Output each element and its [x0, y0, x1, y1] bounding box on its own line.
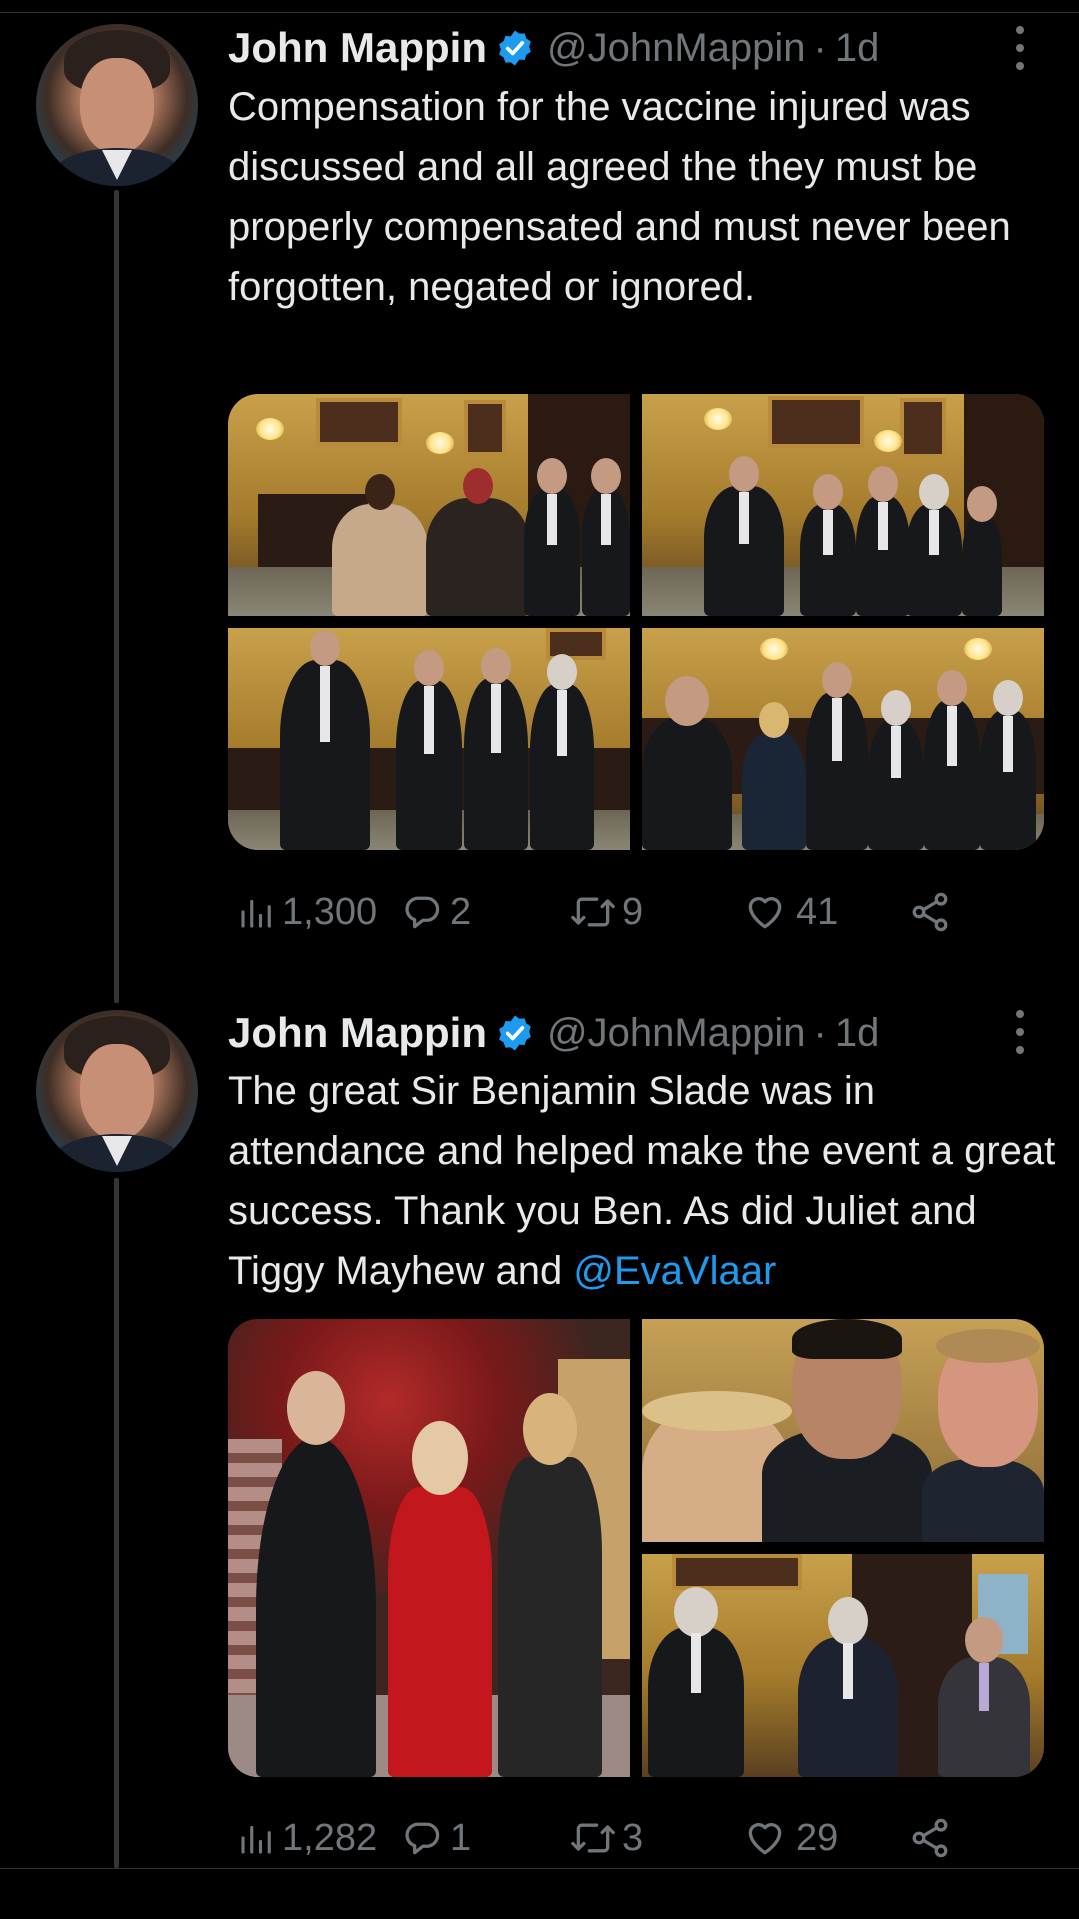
retweet-button[interactable]: 3	[568, 1808, 643, 1868]
bottom-divider	[0, 1868, 1079, 1869]
author-name[interactable]: John Mappin	[228, 24, 487, 72]
tweet-actions: 1,300 2 9 41	[228, 882, 988, 942]
views-count: 1,300	[282, 890, 378, 933]
thread-line	[114, 1178, 119, 1868]
views-button[interactable]: 1,282	[236, 1808, 377, 1868]
tweet-text: The great Sir Benjamin Slade was in atte…	[228, 1061, 1058, 1301]
retweet-count: 9	[622, 890, 644, 933]
like-button[interactable]: 29	[742, 1808, 838, 1868]
tweet-header: John Mappin @JohnMappin · 1d	[228, 18, 879, 78]
author-handle[interactable]: @JohnMappin	[547, 1011, 806, 1056]
reply-count: 1	[450, 1816, 472, 1859]
photo-3[interactable]	[228, 628, 630, 850]
author-handle[interactable]: @JohnMappin	[547, 26, 806, 71]
tweet-actions: 1,282 1 3 29	[228, 1808, 988, 1868]
share-icon	[912, 892, 948, 932]
media-grid	[228, 394, 1044, 850]
photo-2[interactable]	[642, 1319, 1044, 1542]
verified-badge-icon	[499, 1015, 531, 1051]
share-button[interactable]	[908, 1808, 952, 1868]
retweet-icon	[571, 897, 615, 927]
like-icon	[748, 897, 782, 929]
tweet-text: Compensation for the vaccine injured was…	[228, 77, 1058, 317]
retweet-count: 3	[622, 1816, 644, 1859]
separator: ·	[813, 25, 827, 70]
like-icon	[748, 1823, 782, 1855]
author-name[interactable]: John Mappin	[228, 1009, 487, 1057]
reply-icon	[405, 1822, 440, 1855]
avatar[interactable]	[36, 1010, 198, 1172]
like-button[interactable]: 41	[742, 882, 838, 942]
thread-line	[114, 190, 119, 1003]
timestamp[interactable]: 1d	[835, 1011, 880, 1056]
share-button[interactable]	[908, 882, 952, 942]
views-icon	[241, 1825, 271, 1854]
photo-1[interactable]	[228, 394, 630, 616]
tweet-header: John Mappin @JohnMappin · 1d	[228, 1003, 879, 1063]
more-icon[interactable]	[1010, 1010, 1030, 1054]
avatar[interactable]	[36, 24, 198, 186]
photo-1[interactable]	[228, 1319, 630, 1777]
like-count: 41	[796, 890, 839, 933]
photo-2[interactable]	[642, 394, 1044, 616]
reply-button[interactable]: 2	[400, 882, 471, 942]
photo-4[interactable]	[642, 628, 1044, 850]
mention-link[interactable]: @EvaVlaar	[573, 1249, 776, 1293]
tweet-body: Compensation for the vaccine injured was…	[228, 85, 1011, 309]
timestamp[interactable]: 1d	[835, 26, 880, 71]
separator: ·	[813, 1010, 827, 1055]
share-icon	[912, 1818, 948, 1858]
top-divider	[0, 12, 1079, 13]
retweet-icon	[571, 1823, 615, 1853]
reply-icon	[405, 896, 440, 929]
reply-count: 2	[450, 890, 472, 933]
like-count: 29	[796, 1816, 839, 1859]
photo-3[interactable]	[642, 1554, 1044, 1777]
verified-badge-icon	[499, 30, 531, 66]
media-grid	[228, 1319, 1044, 1777]
views-count: 1,282	[282, 1816, 378, 1859]
views-icon	[241, 899, 271, 928]
reply-button[interactable]: 1	[400, 1808, 471, 1868]
retweet-button[interactable]: 9	[568, 882, 643, 942]
more-icon[interactable]	[1010, 26, 1030, 70]
views-button[interactable]: 1,300	[236, 882, 377, 942]
